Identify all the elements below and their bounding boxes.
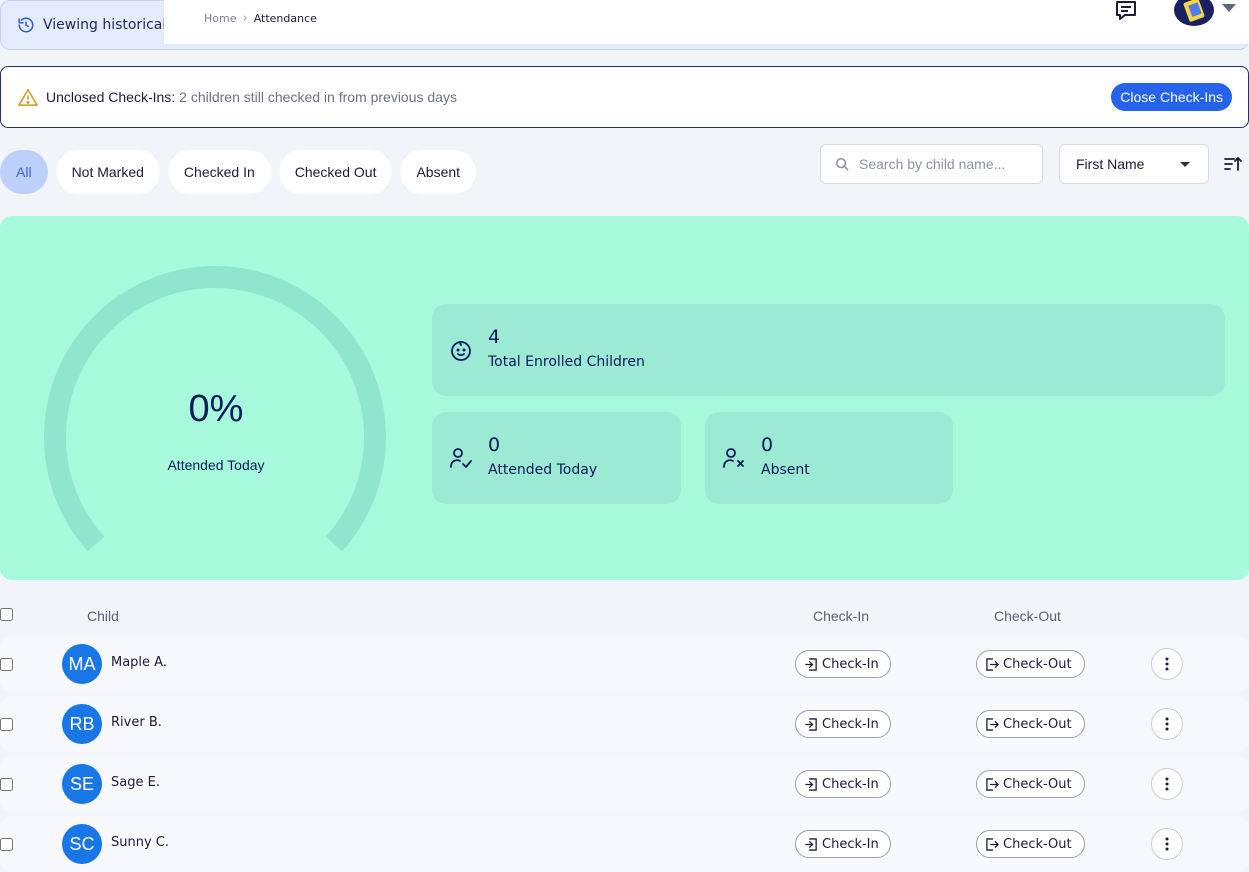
filter-checked-in[interactable]: Checked In	[167, 150, 271, 194]
stat-attended-label: Attended Today	[488, 462, 598, 478]
sort-field-select[interactable]: First Name	[1059, 144, 1209, 184]
gauge-label: Attended Today	[167, 457, 265, 473]
more-vertical-icon	[1165, 837, 1169, 851]
warning-icon	[18, 88, 38, 106]
top-header: Home › Attendance	[164, 0, 1249, 44]
check-in-label: Check-In	[822, 776, 879, 792]
breadcrumb: Home › Attendance	[204, 11, 317, 26]
avatar: SC	[62, 824, 102, 864]
table-row: SC Sunny C. Check-In Check-Out	[0, 816, 1249, 872]
check-in-icon	[805, 717, 817, 731]
more-vertical-icon	[1165, 777, 1169, 791]
check-in-label: Check-In	[822, 716, 879, 732]
stat-absent-label: Absent	[761, 462, 810, 478]
chevron-right-icon: ›	[242, 11, 248, 26]
check-in-button[interactable]: Check-In	[795, 770, 891, 798]
filter-all[interactable]: All	[0, 150, 48, 194]
child-name[interactable]: River B.	[111, 715, 162, 730]
attendance-summary: 0% Attended Today 4 Total Enrolled Child…	[0, 216, 1249, 580]
row-checkbox[interactable]	[0, 778, 13, 791]
child-name[interactable]: Sunny C.	[111, 835, 169, 850]
table-header: Child Check-In Check-Out	[0, 600, 1249, 632]
row-checkbox[interactable]	[0, 658, 13, 671]
check-out-button[interactable]: Check-Out	[976, 830, 1085, 858]
baby-face-icon	[451, 341, 471, 361]
check-out-button[interactable]: Check-Out	[976, 650, 1085, 678]
table-row: RB River B. Check-In Check-Out	[0, 696, 1249, 752]
check-out-label: Check-Out	[1003, 716, 1072, 732]
check-in-label: Check-In	[822, 656, 879, 672]
alert-title: Unclosed Check-Ins:	[46, 89, 176, 105]
stat-total-enrolled: 4 Total Enrolled Children	[432, 304, 1225, 396]
filter-not-marked[interactable]: Not Marked	[55, 150, 160, 194]
check-in-label: Check-In	[822, 836, 879, 852]
breadcrumb-current: Attendance	[253, 12, 317, 25]
check-out-button[interactable]: Check-Out	[976, 710, 1085, 738]
more-vertical-icon	[1165, 657, 1169, 671]
filter-checked-out[interactable]: Checked Out	[278, 150, 393, 194]
stat-total-label: Total Enrolled Children	[488, 354, 645, 370]
user-check-icon	[450, 448, 472, 468]
unclosed-checkins-alert: Unclosed Check-Ins: 2 children still che…	[0, 66, 1249, 128]
stat-attended-today: 0 Attended Today	[432, 412, 681, 504]
child-name[interactable]: Sage E.	[111, 775, 160, 790]
sort-direction-icon[interactable]	[1223, 154, 1243, 174]
historical-banner-text: Viewing historical c	[43, 17, 179, 33]
breadcrumb-home[interactable]: Home	[204, 12, 236, 25]
check-in-button[interactable]: Check-In	[795, 650, 891, 678]
check-out-label: Check-Out	[1003, 656, 1072, 672]
column-check-out: Check-Out	[994, 608, 1061, 624]
gauge-value: 0%	[188, 388, 244, 430]
search-box	[820, 144, 1043, 184]
close-checkins-button[interactable]: Close Check-Ins	[1111, 83, 1232, 111]
stat-absent: 0 Absent	[705, 412, 953, 504]
status-filter-tabs: All Not Marked Checked In Checked Out Ab…	[0, 150, 477, 194]
more-options-button[interactable]	[1151, 648, 1183, 680]
table-row: MA Maple A. Check-In Check-Out	[0, 636, 1249, 692]
column-child: Child	[87, 608, 119, 624]
check-out-icon	[986, 657, 999, 671]
more-options-button[interactable]	[1151, 768, 1183, 800]
check-in-icon	[805, 837, 817, 851]
check-in-icon	[805, 657, 817, 671]
avatar: MA	[62, 644, 102, 684]
stat-attended-value: 0	[488, 434, 501, 456]
alert-message: 2 children still checked in from previou…	[179, 89, 457, 105]
history-icon	[18, 17, 34, 33]
search-input[interactable]	[859, 156, 1029, 172]
row-checkbox[interactable]	[0, 838, 13, 851]
caret-down-icon[interactable]	[1222, 4, 1236, 12]
sort-field-value: First Name	[1076, 156, 1145, 172]
avatar: SE	[62, 764, 102, 804]
check-out-label: Check-Out	[1003, 836, 1072, 852]
check-out-icon	[986, 777, 999, 791]
stat-absent-value: 0	[761, 434, 774, 456]
more-vertical-icon	[1165, 717, 1169, 731]
check-in-button[interactable]: Check-In	[795, 710, 891, 738]
check-out-icon	[986, 717, 999, 731]
check-in-icon	[805, 777, 817, 791]
more-options-button[interactable]	[1151, 828, 1183, 860]
more-options-button[interactable]	[1151, 708, 1183, 740]
chat-bubble-icon[interactable]	[1114, 0, 1138, 22]
user-avatar-icon[interactable]	[1174, 0, 1214, 26]
table-row: SE Sage E. Check-In Check-Out	[0, 756, 1249, 812]
filter-absent[interactable]: Absent	[400, 150, 477, 194]
check-out-icon	[986, 837, 999, 851]
avatar: RB	[62, 704, 102, 744]
check-out-button[interactable]: Check-Out	[976, 770, 1085, 798]
check-out-label: Check-Out	[1003, 776, 1072, 792]
search-icon	[835, 157, 849, 171]
stat-total-value: 4	[488, 326, 501, 348]
row-checkbox[interactable]	[0, 718, 13, 731]
column-check-in: Check-In	[813, 608, 870, 624]
caret-down-icon	[1180, 162, 1190, 167]
select-all-checkbox[interactable]	[0, 608, 13, 621]
child-name[interactable]: Maple A.	[111, 655, 167, 670]
user-x-icon	[723, 448, 744, 468]
check-in-button[interactable]: Check-In	[795, 830, 891, 858]
